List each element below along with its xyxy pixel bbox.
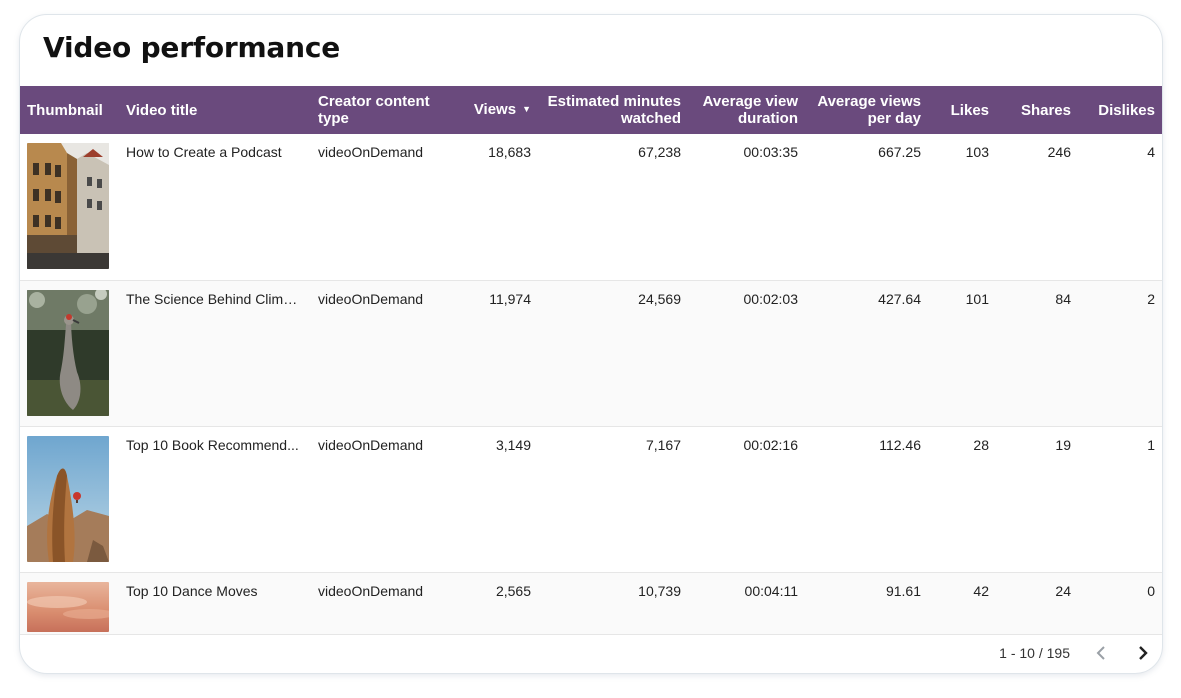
duration-cell: 00:02:03	[743, 290, 799, 307]
header-estimated-minutes-label: Estimated minutes watched	[547, 93, 681, 127]
dislikes-cell: 0	[1147, 582, 1155, 599]
header-thumbnail-label: Thumbnail	[27, 101, 103, 119]
shares-cell: 84	[1055, 290, 1071, 307]
per-day-cell: 112.46	[879, 436, 921, 453]
minutes-cell: 10,739	[638, 582, 681, 599]
header-creator-content-type[interactable]: Creator content type	[311, 86, 452, 134]
rock-balloon-photo[interactable]	[27, 435, 109, 562]
header-shares[interactable]: Shares	[998, 86, 1080, 134]
sort-down-icon[interactable]: ▼	[522, 101, 531, 118]
header-avg-views-per-day[interactable]: Average views per day	[807, 86, 930, 134]
thumbnail-cell	[20, 572, 119, 634]
minutes-cell: 67,238	[638, 144, 681, 160]
content-type-cell: videoOnDemand	[318, 290, 424, 307]
views-cell: 3,149	[495, 436, 531, 453]
likes-cell: 103	[965, 144, 989, 160]
content-type-cell: videoOnDemand	[318, 582, 424, 599]
dislikes-cell: 4	[1147, 144, 1155, 160]
header-estimated-minutes[interactable]: Estimated minutes watched	[540, 86, 690, 134]
duration-cell: 00:02:16	[743, 436, 799, 453]
content-type-cell: videoOnDemand	[318, 144, 424, 160]
likes-cell: 42	[973, 582, 989, 599]
crane-bird-photo[interactable]	[27, 289, 109, 416]
street-buildings-photo[interactable]	[27, 143, 109, 269]
thumbnail-cell	[20, 280, 119, 426]
per-day-cell: 427.64	[878, 290, 921, 307]
dislikes-cell: 2	[1147, 290, 1155, 307]
views-cell: 18,683	[488, 144, 531, 160]
dislikes-cell: 1	[1147, 436, 1155, 453]
duration-cell: 00:04:11	[744, 582, 798, 599]
card-title: Video performance	[43, 31, 341, 64]
per-day-cell: 91.61	[885, 582, 921, 599]
header-thumbnail[interactable]: Thumbnail	[20, 86, 119, 134]
video-title-cell[interactable]: Top 10 Dance Moves	[119, 572, 311, 634]
header-likes[interactable]: Likes	[930, 86, 998, 134]
header-dislikes[interactable]: Dislikes	[1080, 86, 1162, 134]
views-cell: 2,565	[495, 582, 531, 599]
duration-cell: 00:03:35	[743, 144, 799, 160]
table-header-row: Thumbnail Video title Creator content ty…	[20, 86, 1162, 134]
likes-cell: 101	[965, 290, 989, 307]
table-row[interactable]: Top 10 Book Recommend... videoOnDemand 3…	[20, 426, 1162, 572]
chevron-right-icon[interactable]	[1131, 639, 1155, 667]
header-avg-view-duration-label: Average view duration	[702, 93, 798, 127]
likes-cell: 28	[973, 436, 989, 453]
pagination-range: 1 - 10 / 195	[999, 645, 1070, 661]
header-video-title-label: Video title	[126, 101, 198, 119]
header-shares-label: Shares	[1020, 101, 1071, 119]
video-table-container: Thumbnail Video title Creator content ty…	[20, 86, 1162, 636]
per-day-cell: 667.25	[878, 144, 921, 160]
video-title-cell[interactable]: The Science Behind Clima...	[119, 280, 311, 426]
shares-cell: 246	[1047, 144, 1071, 160]
header-views[interactable]: Views ▼	[452, 86, 540, 134]
shares-cell: 24	[1055, 582, 1071, 599]
video-title-cell[interactable]: How to Create a Podcast	[119, 134, 311, 280]
video-table: Thumbnail Video title Creator content ty…	[20, 86, 1162, 635]
minutes-cell: 7,167	[645, 436, 681, 453]
content-type-cell: videoOnDemand	[318, 436, 424, 453]
header-likes-label: Likes	[950, 101, 989, 119]
chevron-left-icon[interactable]	[1089, 639, 1113, 667]
video-performance-card: Video performance Thumbnail Video title …	[19, 14, 1163, 674]
header-dislikes-label: Dislikes	[1098, 101, 1155, 119]
table-row[interactable]: Top 10 Dance Moves videoOnDemand 2,565 1…	[20, 572, 1162, 634]
video-title-cell[interactable]: Top 10 Book Recommend...	[119, 426, 311, 572]
table-row[interactable]: How to Create a Podcast videoOnDemand 18…	[20, 134, 1162, 280]
thumbnail-cell	[20, 426, 119, 572]
header-video-title[interactable]: Video title	[119, 86, 311, 134]
header-views-label: Views	[473, 100, 517, 118]
header-creator-content-type-label: Creator content type	[318, 93, 430, 127]
sunset-sky-photo[interactable]	[27, 581, 109, 632]
views-cell: 11,974	[489, 290, 531, 307]
shares-cell: 19	[1055, 436, 1071, 453]
header-avg-views-per-day-label: Average views per day	[817, 93, 921, 127]
minutes-cell: 24,569	[638, 290, 681, 307]
table-row[interactable]: The Science Behind Clima... videoOnDeman…	[20, 280, 1162, 426]
header-avg-view-duration[interactable]: Average view duration	[690, 86, 807, 134]
thumbnail-cell	[20, 134, 119, 280]
